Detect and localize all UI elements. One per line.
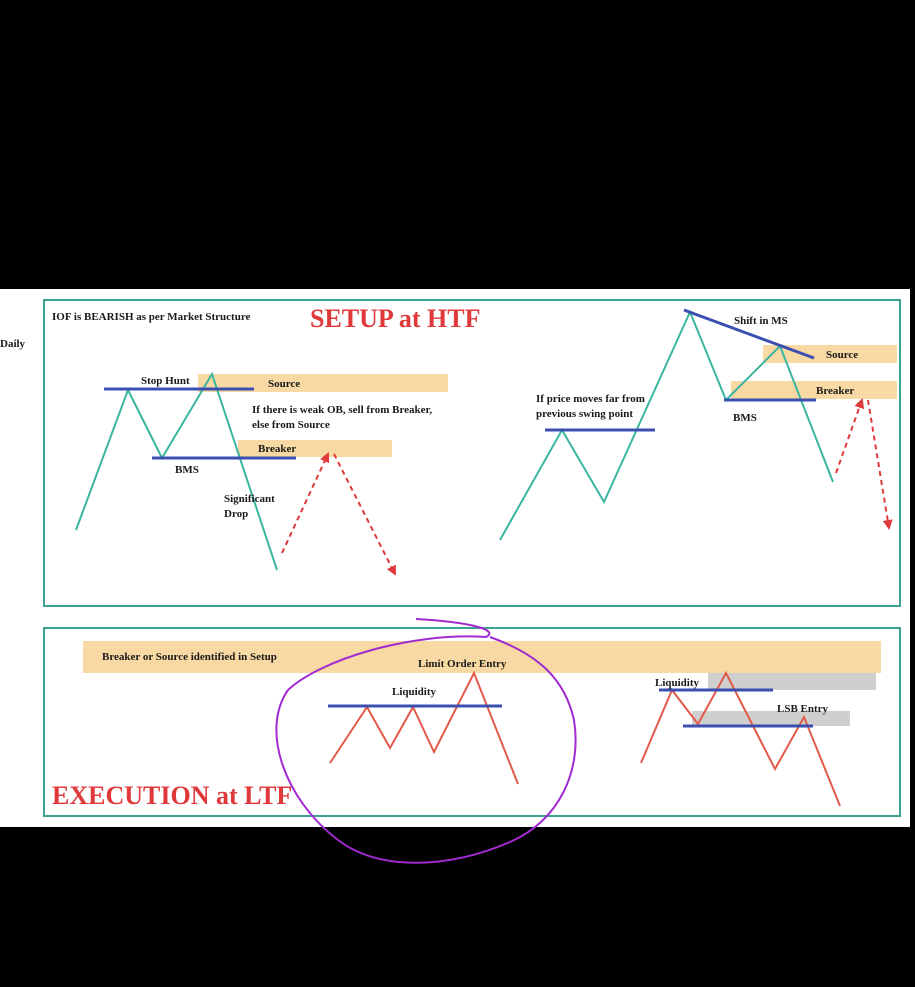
source-label-right: Source: [826, 349, 858, 361]
document-background: [0, 289, 910, 827]
breaker-label-right: Breaker: [816, 385, 854, 397]
significant-drop-line2: Drop: [224, 508, 248, 520]
shift-in-ms-label: Shift in MS: [734, 315, 788, 327]
breaker-zone-right: [731, 381, 897, 399]
execution-title: EXECUTION at LTF: [52, 781, 292, 810]
timeframe-label: Daily: [0, 338, 26, 350]
weak-ob-note-line1: If there is weak OB, sell from Breaker,: [252, 404, 432, 416]
bms-label-right: BMS: [733, 412, 757, 424]
lsb-entry-label: LSB Entry: [777, 703, 829, 715]
bms-label-left: BMS: [175, 464, 199, 476]
liquidity-label-left: Liquidity: [392, 686, 437, 698]
setup-header: IOF is BEARISH as per Market Structure: [52, 311, 251, 323]
liquidity-label-right: Liquidity: [655, 677, 700, 689]
far-move-note-line2: previous swing point: [536, 408, 633, 420]
significant-drop-line1: Significant: [224, 493, 275, 505]
breaker-label-left: Breaker: [258, 443, 296, 455]
setup-zone-label: Breaker or Source identified in Setup: [102, 651, 277, 663]
weak-ob-note-line2: else from Source: [252, 419, 330, 431]
setup-title: SETUP at HTF: [310, 304, 480, 333]
limit-order-entry-label: Limit Order Entry: [418, 658, 507, 670]
trading-setup-diagram: Daily IOF is BEARISH as per Market Struc…: [0, 289, 910, 864]
far-move-note-line1: If price moves far from: [536, 393, 645, 405]
source-label-left: Source: [268, 378, 300, 390]
stop-hunt-label: Stop Hunt: [141, 375, 190, 387]
